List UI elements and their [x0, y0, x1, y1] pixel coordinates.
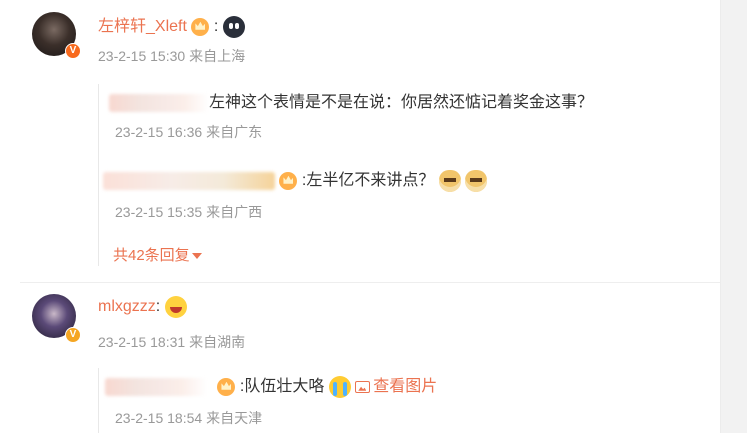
image-icon	[355, 380, 371, 393]
reply-author-blurred[interactable]	[103, 171, 275, 190]
vip-crown-icon	[217, 377, 236, 396]
reply-item: 左神这个表情是不是在说：你居然还惦记着奖金这事？	[109, 88, 593, 112]
sobbing-emoji-icon	[328, 375, 351, 398]
comment-timestamp: 23-2-15 18:31 来自湖南	[98, 334, 246, 350]
reply-timestamp: 23-2-15 16:36 来自广东	[115, 124, 263, 140]
comment-item: V mlxgzzz: 23-2-15 18:31 来自湖南 :队伍壮大咯 查看图…	[0, 282, 720, 433]
comment-author[interactable]: mlxgzzz:	[98, 296, 187, 318]
comment-timestamp: 23-2-15 15:30 来自上海	[98, 48, 246, 64]
view-image-label: 查看图片	[373, 378, 438, 395]
comment-item: V 左梓轩_Xleft : 23-2-15 15:30 来自上海 左神这个表情是…	[0, 0, 720, 280]
doge-emoji-icon	[438, 169, 461, 192]
caret-down-icon	[191, 253, 202, 260]
reply-list: 左神这个表情是不是在说：你居然还惦记着奖金这事？ 23-2-15 16:36 来…	[98, 84, 699, 266]
comment-author[interactable]: 左梓轩_Xleft :	[98, 12, 245, 38]
reply-item: :左半亿不来讲点？	[103, 166, 488, 192]
colon: :	[155, 298, 161, 316]
verified-badge-icon: V	[65, 327, 81, 343]
reply-timestamp: 23-2-15 18:54 来自天津	[115, 410, 263, 426]
reply-text: :左半亿不来讲点？	[301, 172, 435, 189]
vip-crown-icon	[279, 171, 298, 190]
reply-text: 左神这个表情是不是在说：你居然还惦记着奖金这事？	[209, 94, 594, 111]
username-link[interactable]: 左梓轩_Xleft	[98, 18, 187, 35]
doge-emoji-icon	[465, 169, 488, 192]
more-replies-label: 共42条回复	[113, 247, 190, 264]
scrollbar[interactable]	[720, 0, 747, 433]
reply-author-blurred[interactable]	[109, 93, 209, 112]
laughing-emoji-icon	[164, 296, 187, 318]
reply-text: :队伍壮大咯	[239, 378, 325, 395]
view-image-link[interactable]: 查看图片	[355, 378, 437, 395]
colon: :	[213, 18, 219, 35]
crying-face-emoji-icon	[222, 15, 245, 38]
reply-timestamp: 23-2-15 15:35 来自广西	[115, 204, 263, 220]
verified-badge-icon: V	[65, 43, 81, 59]
vip-crown-icon	[191, 17, 210, 36]
reply-list: :队伍壮大咯 查看图片 23-2-15 18:54 来自天津	[98, 368, 699, 433]
more-replies-button[interactable]: 共42条回复	[113, 244, 202, 265]
reply-author-blurred[interactable]	[105, 377, 207, 396]
reply-item: :队伍壮大咯 查看图片	[105, 372, 437, 398]
username-link[interactable]: mlxgzzz	[98, 298, 156, 315]
